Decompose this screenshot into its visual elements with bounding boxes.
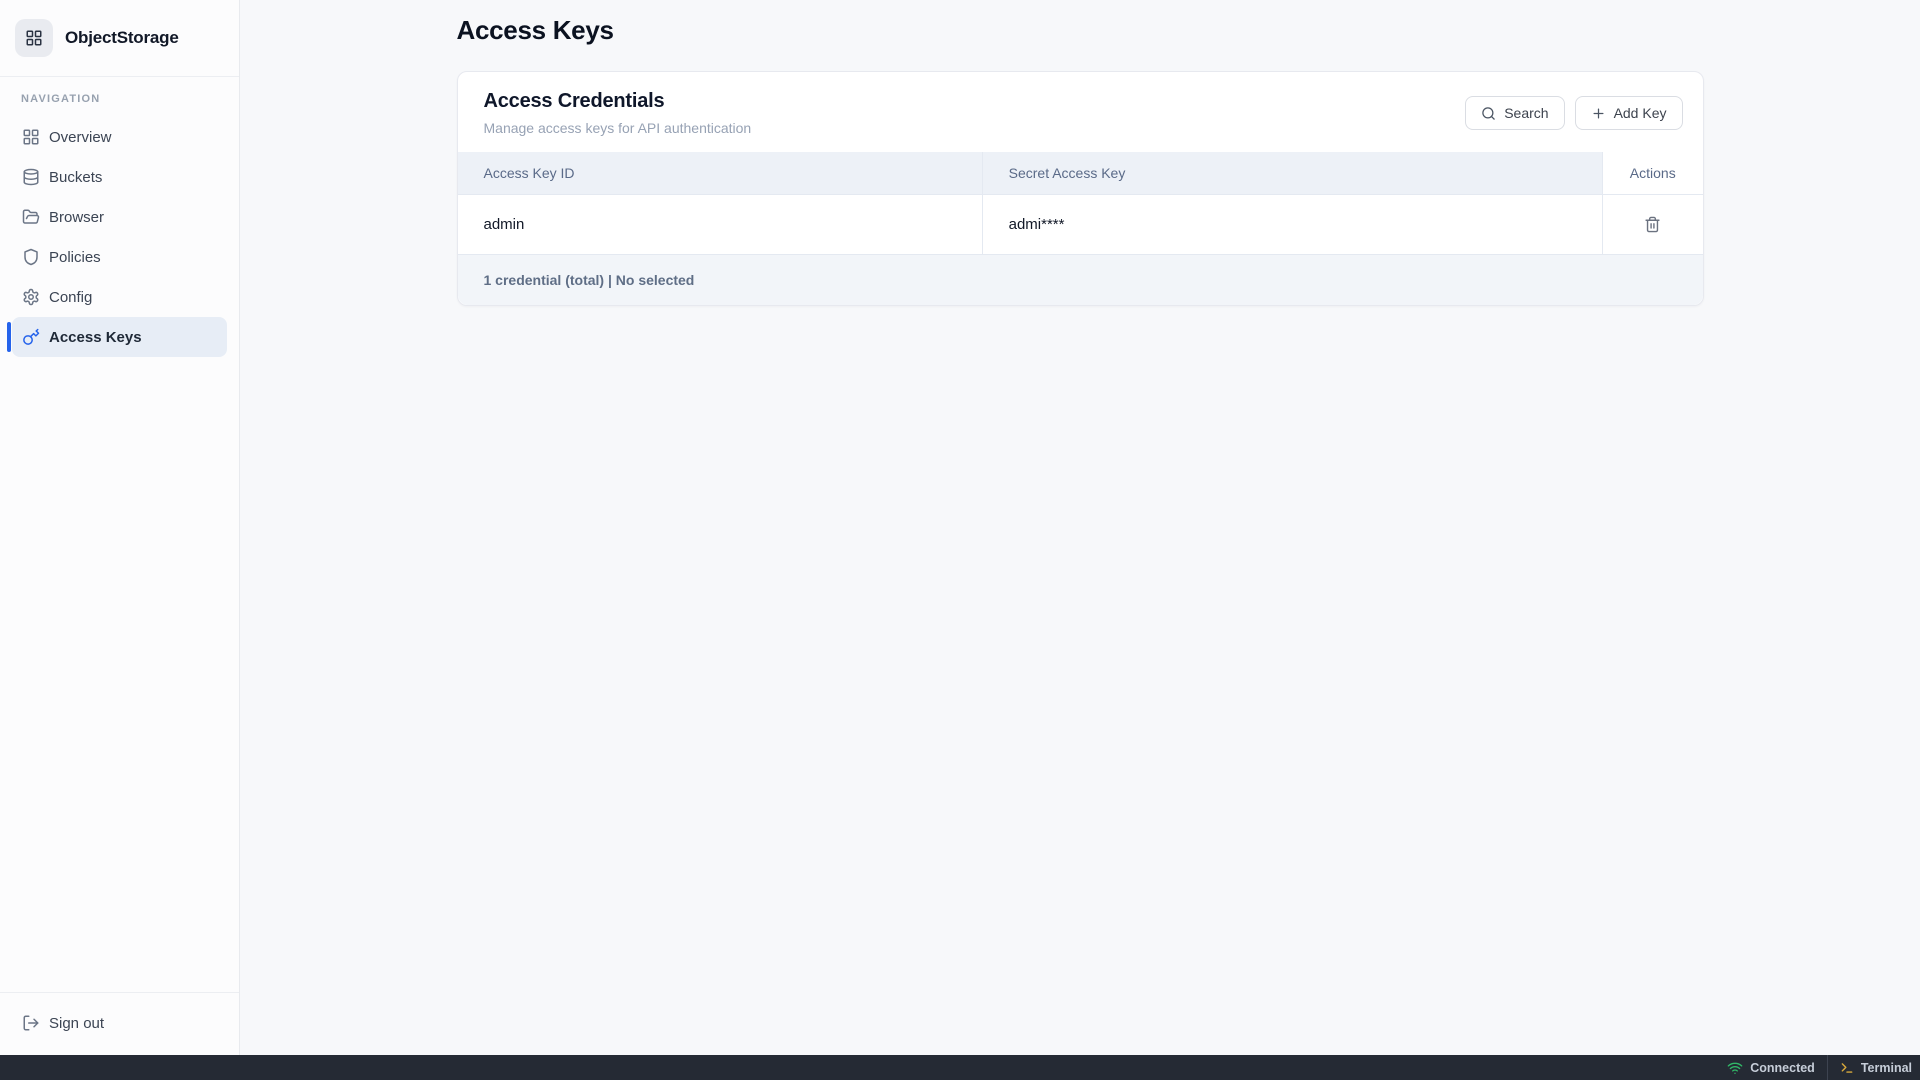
- nav-section-label: NAVIGATION: [21, 93, 227, 105]
- trash-icon: [1644, 216, 1661, 233]
- sidebar-item-label: Browser: [49, 209, 104, 226]
- card-title: Access Credentials: [484, 90, 752, 113]
- key-icon: [22, 328, 40, 346]
- search-button-label: Search: [1504, 105, 1548, 121]
- table-footer-summary: 1 credential (total) | No selected: [458, 255, 1703, 305]
- sidebar: ObjectStorage NAVIGATION Overview Bucket…: [0, 0, 240, 1055]
- card-header: Access Credentials Manage access keys fo…: [458, 72, 1703, 152]
- plus-icon: [1591, 106, 1606, 121]
- sidebar-footer: Sign out: [0, 992, 239, 1055]
- sidebar-item-overview[interactable]: Overview: [12, 117, 227, 157]
- statusbar-divider: [1827, 1055, 1828, 1080]
- terminal-icon: [1840, 1061, 1854, 1075]
- database-icon: [22, 168, 40, 186]
- column-header-actions: Actions: [1603, 152, 1703, 195]
- sidebar-item-label: Buckets: [49, 169, 102, 186]
- sidebar-item-label: Overview: [49, 129, 112, 146]
- search-button[interactable]: Search: [1465, 96, 1564, 130]
- brand: ObjectStorage: [0, 0, 239, 77]
- app-logo-icon: [15, 19, 53, 57]
- sidebar-item-config[interactable]: Config: [12, 277, 227, 317]
- column-header-access-key-id: Access Key ID: [458, 152, 983, 195]
- table-row: admin admi****: [458, 195, 1703, 255]
- add-key-button-label: Add Key: [1614, 105, 1667, 121]
- sign-out-button[interactable]: Sign out: [12, 1003, 227, 1043]
- access-keys-table: Access Key ID Secret Access Key Actions …: [458, 152, 1703, 255]
- wifi-icon: [1727, 1060, 1743, 1076]
- grid-icon: [22, 128, 40, 146]
- log-out-icon: [22, 1014, 40, 1032]
- sidebar-item-label: Config: [49, 289, 92, 306]
- card-subtitle: Manage access keys for API authenticatio…: [484, 120, 752, 136]
- status-bar: Connected Terminal: [0, 1055, 1920, 1080]
- sidebar-item-buckets[interactable]: Buckets: [12, 157, 227, 197]
- add-key-button[interactable]: Add Key: [1575, 96, 1683, 130]
- sidebar-item-browser[interactable]: Browser: [12, 197, 227, 237]
- folder-icon: [22, 208, 40, 226]
- column-header-secret-access-key: Secret Access Key: [982, 152, 1602, 195]
- connection-status-label: Connected: [1750, 1061, 1815, 1075]
- secret-access-key-cell: admi****: [982, 195, 1602, 255]
- page-title: Access Keys: [457, 15, 1704, 46]
- access-key-id-cell: admin: [458, 195, 983, 255]
- sidebar-item-label: Policies: [49, 249, 101, 266]
- sidebar-item-policies[interactable]: Policies: [12, 237, 227, 277]
- sidebar-item-label: Access Keys: [49, 329, 142, 346]
- sign-out-label: Sign out: [49, 1015, 104, 1032]
- sidebar-nav: NAVIGATION Overview Buckets Browser Poli…: [0, 77, 239, 357]
- terminal-label: Terminal: [1861, 1061, 1912, 1075]
- terminal-button[interactable]: Terminal: [1840, 1061, 1912, 1075]
- sidebar-item-access-keys[interactable]: Access Keys: [12, 317, 227, 357]
- search-icon: [1481, 106, 1496, 121]
- shield-icon: [22, 248, 40, 266]
- delete-key-button[interactable]: [1638, 210, 1667, 239]
- brand-name: ObjectStorage: [65, 28, 179, 48]
- access-credentials-card: Access Credentials Manage access keys fo…: [457, 71, 1704, 306]
- connection-status: Connected: [1727, 1060, 1815, 1076]
- main-area: Access Keys Access Credentials Manage ac…: [240, 0, 1920, 1055]
- gear-icon: [22, 288, 40, 306]
- app-root: ObjectStorage NAVIGATION Overview Bucket…: [0, 0, 1920, 1055]
